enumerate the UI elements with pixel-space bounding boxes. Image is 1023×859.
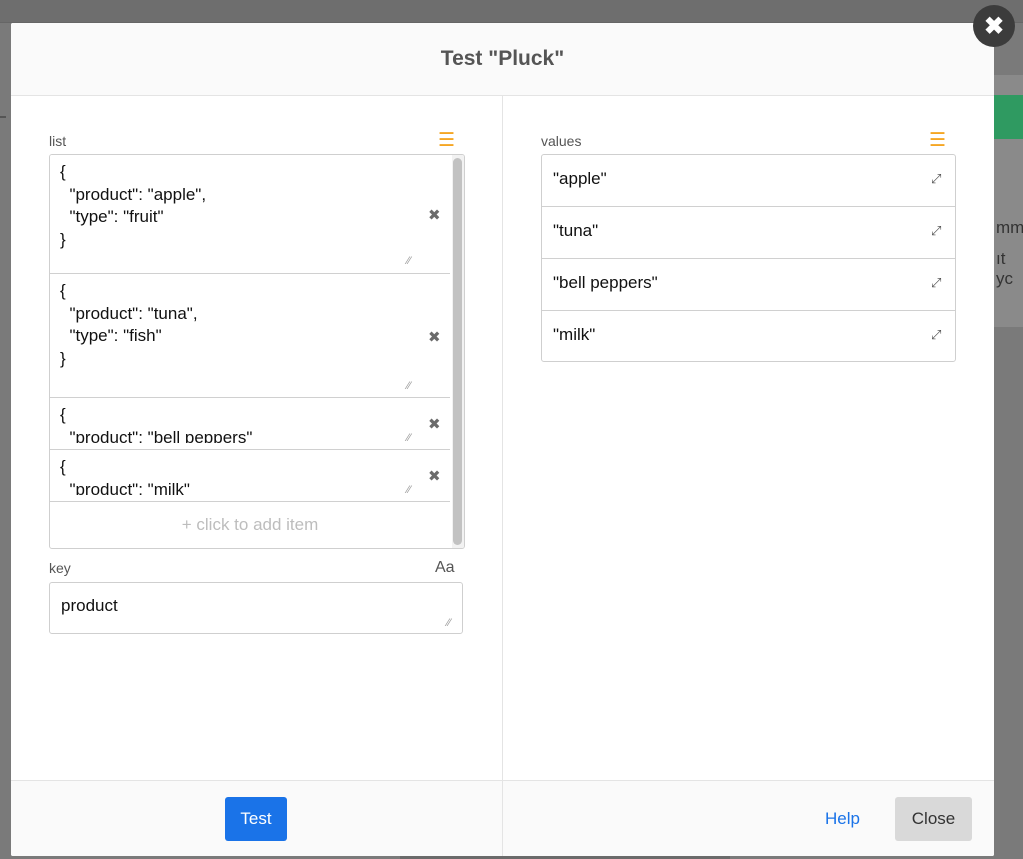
modal-title: Test "Pluck" (440, 47, 565, 70)
value-row: "apple" ⤢ (542, 155, 955, 207)
expand-icon[interactable]: ⤢ (931, 223, 941, 239)
background-text-1: mm (996, 218, 1023, 237)
expand-icon[interactable]: ⤢ (931, 171, 941, 187)
background-green-button (994, 95, 1023, 139)
resize-handle-icon[interactable]: ⁄⁄ (407, 484, 411, 496)
footer-left: Test (11, 780, 503, 856)
value-text: "milk" (553, 325, 596, 344)
values-field: "apple" ⤢ "tuna" ⤢ "bell peppers" ⤢ "mil… (541, 154, 956, 362)
add-item-button[interactable]: + click to add item (50, 502, 450, 548)
value-row: "tuna" ⤢ (542, 207, 955, 259)
list-scrollbar-thumb[interactable] (453, 158, 462, 545)
close-modal-icon[interactable]: ✖ (973, 5, 1015, 47)
close-button[interactable]: Close (895, 797, 972, 841)
modal-header: Test "Pluck" (11, 23, 994, 96)
background-divider (0, 116, 6, 118)
resize-handle-icon[interactable]: ⁄⁄ (407, 255, 411, 267)
test-modal: Test "Pluck" list ☰ { "product": "apple"… (11, 23, 994, 856)
list-icon[interactable]: ☰ (929, 131, 946, 150)
remove-item-icon[interactable]: ✖ (428, 206, 441, 224)
output-panel: values ☰ "apple" ⤢ "tuna" ⤢ "bell pepper… (503, 96, 994, 780)
list-item[interactable]: { "product": "tuna", "type": "fish" } ✖ … (50, 274, 450, 398)
text-type-icon[interactable]: Aa (435, 559, 455, 577)
list-field: { "product": "apple", "type": "fruit" } … (49, 154, 465, 549)
expand-icon[interactable]: ⤢ (931, 275, 941, 291)
help-link[interactable]: Help (825, 809, 860, 829)
list-item[interactable]: { "product": "bell peppers" ✖ ⁄⁄ (50, 398, 450, 450)
value-text: "tuna" (553, 221, 599, 240)
expand-icon[interactable]: ⤢ (931, 327, 941, 343)
value-row: "milk" ⤢ (542, 311, 955, 361)
background-topbar (0, 0, 1023, 23)
list-item-text[interactable]: { "product": "milk" (60, 456, 405, 495)
resize-handle-icon[interactable]: ⁄⁄ (407, 380, 411, 392)
key-input-value[interactable]: product (61, 596, 118, 616)
value-text: "bell peppers" (553, 273, 658, 292)
list-icon[interactable]: ☰ (438, 131, 455, 150)
remove-item-icon[interactable]: ✖ (428, 467, 441, 485)
footer-right: Help Close (503, 780, 994, 856)
value-text: "apple" (553, 169, 607, 188)
resize-handle-icon[interactable]: ⁄⁄ (407, 432, 411, 444)
key-label: key (49, 560, 71, 576)
remove-item-icon[interactable]: ✖ (428, 328, 441, 346)
list-item[interactable]: { "product": "apple", "type": "fruit" } … (50, 155, 450, 274)
remove-item-icon[interactable]: ✖ (428, 415, 441, 433)
input-panel: list ☰ { "product": "apple", "type": "fr… (11, 96, 503, 780)
resize-handle-icon[interactable]: ⁄⁄ (447, 617, 451, 629)
values-label: values (541, 133, 582, 149)
list-item-text[interactable]: { "product": "bell peppers" (60, 404, 405, 443)
list-item-text[interactable]: { "product": "tuna", "type": "fish" } (60, 280, 405, 392)
list-label: list (49, 133, 67, 149)
value-row: "bell peppers" ⤢ (542, 259, 955, 311)
list-item-text[interactable]: { "product": "apple", "type": "fruit" } (60, 161, 405, 269)
test-button[interactable]: Test (225, 797, 287, 841)
list-item[interactable]: { "product": "milk" ✖ ⁄⁄ (50, 450, 450, 502)
background-text-2: ıt yc (996, 249, 1013, 288)
key-input[interactable]: product ⁄⁄ (49, 582, 463, 634)
